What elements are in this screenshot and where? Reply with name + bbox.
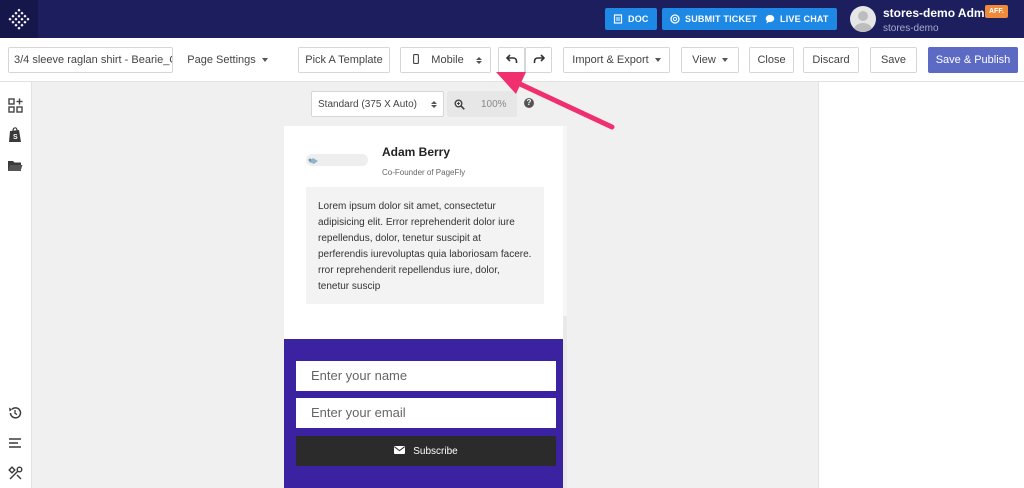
svg-text:S: S xyxy=(13,134,18,141)
user-store: stores-demo xyxy=(883,23,939,34)
chat-icon xyxy=(765,14,775,24)
lifebuoy-icon xyxy=(670,14,680,24)
add-element-icon[interactable] xyxy=(6,96,24,114)
device-select-label: Mobile xyxy=(431,54,464,66)
page-title-input[interactable]: 3/4 sleeve raglan shirt - Bearie_C xyxy=(8,47,173,73)
testimonial-avatar-image[interactable] xyxy=(306,154,368,166)
preview-scrollbar[interactable] xyxy=(563,126,567,488)
outline-list-icon[interactable] xyxy=(6,434,24,452)
view-dropdown[interactable]: View xyxy=(681,47,739,73)
redo-icon xyxy=(533,53,545,67)
testimonial-role[interactable]: Co-Founder of PageFly xyxy=(382,168,465,177)
pick-template-label: Pick A Template xyxy=(305,54,383,66)
select-arrows-icon xyxy=(431,100,437,108)
doc-button[interactable]: DOC xyxy=(605,8,657,30)
pick-template-button[interactable]: Pick A Template xyxy=(298,47,390,73)
pagefly-logo-icon[interactable] xyxy=(0,0,38,38)
save-button[interactable]: Save xyxy=(870,47,917,73)
editor-toolbar: 3/4 sleeve raglan shirt - Bearie_C Page … xyxy=(0,38,1024,82)
zoom-value: 100% xyxy=(481,98,507,110)
top-header: DOC SUBMIT TICKET LIVE CHAT stores-demo … xyxy=(0,0,1024,38)
help-icon[interactable]: ? xyxy=(524,98,534,108)
submit-ticket-label: SUBMIT TICKET xyxy=(685,14,758,24)
left-sidebar: S xyxy=(0,82,32,488)
shopify-icon[interactable]: S xyxy=(6,126,24,144)
save-label: Save xyxy=(880,54,907,66)
avatar[interactable] xyxy=(850,6,876,32)
live-chat-button[interactable]: LIVE CHAT xyxy=(757,8,837,30)
submit-ticket-button[interactable]: SUBMIT TICKET xyxy=(662,8,766,30)
device-select[interactable]: Mobile xyxy=(400,47,491,73)
testimonial-quote[interactable]: Lorem ipsum dolor sit amet, consectetur … xyxy=(306,187,544,304)
undo-button[interactable] xyxy=(498,47,525,73)
doc-icon xyxy=(613,14,623,24)
name-input[interactable]: Enter your name xyxy=(296,361,556,391)
select-arrows-icon xyxy=(476,56,482,64)
envelope-icon xyxy=(394,445,406,457)
discard-button[interactable]: Discard xyxy=(803,47,859,73)
affiliate-badge[interactable]: AFF. xyxy=(985,5,1008,18)
newsletter-section[interactable]: Enter your name Enter your email Subscri… xyxy=(284,339,563,488)
save-publish-label: Save & Publish xyxy=(935,54,1011,66)
folder-icon[interactable] xyxy=(6,156,24,174)
page-settings-dropdown[interactable]: Page Settings xyxy=(180,47,275,73)
save-publish-button[interactable]: Save & Publish xyxy=(928,47,1018,73)
mobile-icon xyxy=(413,53,419,67)
tools-icon[interactable] xyxy=(6,464,24,482)
inspector-panel xyxy=(818,82,1024,488)
import-export-dropdown[interactable]: Import & Export xyxy=(563,47,670,73)
email-input[interactable]: Enter your email xyxy=(296,398,556,428)
mobile-preview-canvas[interactable]: Adam Berry Co-Founder of PageFly Lorem i… xyxy=(284,126,563,488)
chevron-down-icon xyxy=(721,58,728,62)
testimonial-name[interactable]: Adam Berry xyxy=(382,145,450,159)
redo-button[interactable] xyxy=(525,47,552,73)
import-export-label: Import & Export xyxy=(572,54,649,66)
user-name[interactable]: stores-demo Admin xyxy=(883,6,995,20)
canvas-size-label: Standard (375 X Auto) xyxy=(318,98,417,110)
history-icon[interactable] xyxy=(6,404,24,422)
chevron-down-icon xyxy=(654,58,661,62)
page-settings-label: Page Settings xyxy=(187,54,256,66)
live-chat-label: LIVE CHAT xyxy=(780,14,829,24)
discard-label: Discard xyxy=(812,54,850,66)
subscribe-button[interactable]: Subscribe xyxy=(296,436,556,466)
undo-icon xyxy=(505,53,518,67)
zoom-icon[interactable] xyxy=(447,91,471,117)
zoom-control[interactable]: 100% xyxy=(447,91,517,117)
close-button[interactable]: Close xyxy=(749,47,794,73)
close-label: Close xyxy=(757,54,786,66)
subscribe-label: Subscribe xyxy=(413,445,458,457)
chevron-down-icon xyxy=(261,58,268,62)
canvas-size-select[interactable]: Standard (375 X Auto) xyxy=(311,91,444,117)
view-label: View xyxy=(692,54,716,66)
doc-button-label: DOC xyxy=(628,14,649,24)
